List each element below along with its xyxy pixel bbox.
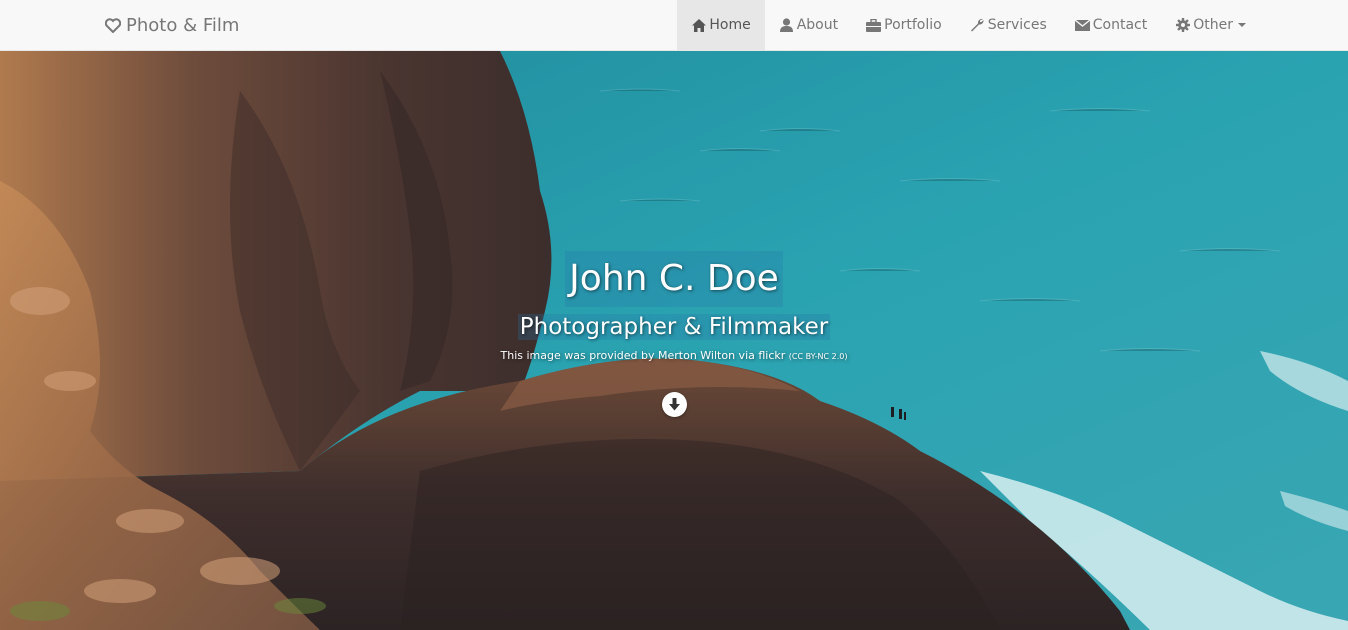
nav-label-contact: Contact: [1092, 17, 1148, 33]
envelope-icon: [1074, 18, 1090, 32]
briefcase-icon: [866, 18, 882, 32]
nav-item-contact[interactable]: Contact: [1061, 0, 1161, 50]
image-credit: This image was provided by Merton Wilton…: [0, 348, 1348, 365]
nav-label-home: Home: [709, 17, 751, 33]
nav-item-services[interactable]: Services: [956, 0, 1061, 50]
nav-item-about[interactable]: About: [765, 0, 852, 50]
nav-label-other: Other: [1193, 17, 1233, 33]
gear-icon: [1175, 18, 1190, 32]
caret-down-icon: [1238, 23, 1246, 27]
nav-item-portfolio[interactable]: Portfolio: [852, 0, 956, 50]
image-license[interactable]: (CC BY-NC 2.0): [789, 352, 848, 361]
main-nav: Home About Portfolio Services Contact Ot…: [677, 0, 1260, 50]
hero-section: John C. Doe Photographer & Filmmaker Thi…: [0, 51, 1348, 630]
nav-item-home[interactable]: Home: [677, 0, 765, 50]
user-icon: [779, 18, 794, 32]
home-icon: [691, 18, 706, 32]
wrench-icon: [970, 18, 985, 32]
brand-text: Photo & Film: [126, 14, 240, 36]
brand-link[interactable]: Photo & Film: [105, 0, 239, 50]
nav-label-about: About: [796, 17, 839, 33]
image-credit-text: This image was provided by Merton Wilton…: [500, 349, 786, 362]
hero-subtitle-wrap: Photographer & Filmmaker: [0, 307, 1348, 347]
hero-text-block: John C. Doe Photographer & Filmmaker Thi…: [0, 251, 1348, 365]
hero-subtitle: Photographer & Filmmaker: [517, 314, 831, 340]
navbar: Photo & Film Home About Portfolio Servic…: [0, 0, 1348, 51]
hero-title: John C. Doe: [565, 251, 783, 307]
nav-label-portfolio: Portfolio: [884, 17, 942, 33]
scroll-down-button[interactable]: [662, 392, 687, 417]
nav-item-other[interactable]: Other: [1161, 0, 1260, 50]
nav-label-services: Services: [987, 17, 1047, 33]
heart-icon: [105, 17, 121, 33]
arrow-down-icon: [669, 398, 680, 411]
